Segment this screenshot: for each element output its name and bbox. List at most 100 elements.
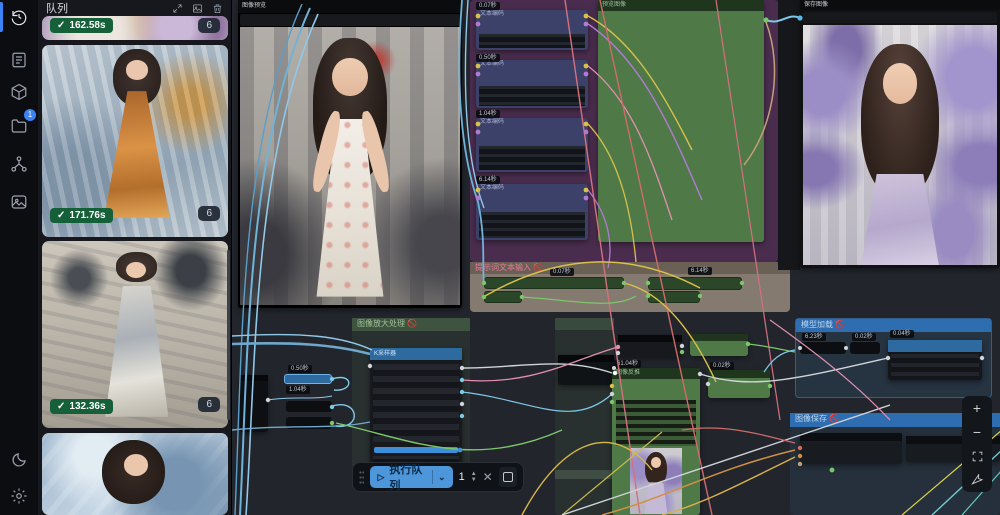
node-green-med[interactable] [708, 370, 770, 398]
check-icon: ✓ [57, 20, 65, 31]
play-icon: ▷ [377, 472, 384, 483]
settings-gear-icon[interactable] [7, 484, 31, 508]
photo-street [240, 27, 460, 305]
zoom-in-button[interactable]: + [966, 398, 988, 418]
canvas-dark-strip [778, 0, 800, 270]
stop-frame-button[interactable] [499, 467, 517, 487]
pill-node[interactable] [648, 277, 742, 290]
group-column[interactable] [555, 318, 614, 515]
pill-node[interactable] [648, 291, 700, 303]
pill-node[interactable] [286, 417, 332, 429]
stepper-down-icon: ▼ [471, 478, 477, 483]
folder-icon[interactable]: 1 [7, 114, 31, 138]
queue-scrollbar[interactable] [227, 250, 230, 420]
node-right2a[interactable] [800, 433, 902, 464]
node-encode-1[interactable]: 文本编码 [476, 10, 588, 50]
group-scale-header[interactable]: 图像放大处理 🚫 [352, 318, 470, 331]
folder-badge: 1 [24, 109, 36, 121]
image-icon[interactable] [192, 3, 203, 14]
workflow-icon[interactable] [7, 152, 31, 176]
node-preview-right-widget[interactable] [803, 12, 997, 23]
fit-view-button[interactable] [966, 446, 988, 466]
node-time-label: 6.14秒 [688, 267, 712, 275]
node-sampler[interactable]: K采样器 [370, 348, 462, 470]
zoom-out-button[interactable]: − [966, 422, 988, 442]
queue-panel-title: 队列 [46, 0, 68, 16]
queue-panel: 队列 ✓162.58s 6 ✓171.76s 6 ✓132.36s 6 [38, 0, 232, 515]
node-sampler-title: K采样器 [370, 348, 462, 360]
group-column-header[interactable] [555, 318, 614, 330]
pill-node[interactable] [484, 291, 522, 303]
queue-header: 队列 [38, 0, 231, 16]
history-queue-icon[interactable] [7, 5, 31, 29]
queue-count-badge: 6 [198, 397, 220, 412]
canvas-zoom-toolbar: + − [962, 396, 992, 492]
trash-icon[interactable] [212, 3, 223, 14]
node-time-label: 0.50秒 [476, 54, 500, 62]
node-preview-right[interactable]: 保存图像 [800, 0, 1000, 268]
expand-icon[interactable] [172, 3, 183, 14]
node-preview-big-widget[interactable] [240, 14, 460, 26]
queue-count-badge: 6 [198, 18, 220, 33]
node-encode-3[interactable]: 文本编码 [476, 118, 588, 172]
node-time-label: 0.02秒 [710, 362, 734, 370]
node-encode-4[interactable]: 文本编码 [476, 184, 588, 240]
batch-count-stepper[interactable]: ▲ ▼ [471, 472, 477, 483]
gallery-icon[interactable] [7, 190, 31, 214]
node-green-top[interactable]: 预览图像 [598, 0, 764, 242]
pill-node[interactable] [286, 401, 332, 412]
node-preview-big-title: 图像预览 [238, 0, 462, 13]
node-green-tall[interactable]: 图像反推 [612, 368, 700, 515]
node-time-label: 0.07秒 [550, 268, 574, 276]
node-right1[interactable] [888, 340, 982, 380]
queue-thumb-4 [42, 433, 228, 515]
node-time-label: 0.07秒 [476, 2, 500, 10]
pill-node[interactable] [800, 342, 846, 354]
node-time-label: 1.04秒 [476, 110, 500, 118]
queue-item-2[interactable]: ✓171.76s 6 [42, 45, 228, 237]
prohibited-emoji: 🚫 [829, 414, 839, 423]
pill-node[interactable] [850, 342, 880, 354]
pan-cursor-button[interactable] [966, 470, 988, 490]
photo-wisteria-mini [630, 448, 682, 514]
group-prompt-header[interactable]: 提示词文本输入 🚫 [470, 262, 790, 274]
theme-moon-icon[interactable] [7, 448, 31, 472]
queue-item-4[interactable] [42, 433, 228, 515]
node-encode-2[interactable]: 文本编码 [476, 60, 588, 108]
queue-time-badge: ✓162.58s [50, 18, 113, 33]
package-icon[interactable] [7, 80, 31, 104]
node-time-label: 61.04秒 [614, 360, 641, 368]
sampler-progress-bar [374, 447, 458, 453]
node-graph-canvas[interactable]: 提示词文本输入 🚫 图像放大处理 🚫 模型加载 🚫 图像保存 🚫 图像预览 [232, 0, 1000, 515]
node-black-mid[interactable] [558, 355, 614, 385]
pill-selected[interactable] [284, 374, 332, 384]
node-time-label: 6.23秒 [802, 333, 826, 341]
node-preview-right-title: 保存图像 [800, 0, 1000, 10]
node-black-left[interactable] [240, 375, 268, 432]
stepper-up-icon: ▲ [471, 472, 477, 477]
node-green-tall-title: 图像反推 [612, 368, 700, 379]
queue-item-1[interactable]: ✓162.58s 6 [42, 16, 228, 40]
node-time-label: 0.04秒 [890, 330, 914, 338]
frame-icon [503, 472, 513, 482]
node-green-small[interactable] [690, 334, 748, 356]
check-icon: ✓ [57, 401, 65, 412]
queue-time-badge: ✓171.76s [50, 208, 113, 223]
run-queue-button[interactable]: ▷ 执行队列 ⌄ [370, 466, 452, 488]
prohibited-emoji: 🚫 [835, 320, 845, 329]
queue-time-badge: ✓132.36s [50, 399, 113, 414]
chevron-down-icon[interactable]: ⌄ [438, 472, 446, 483]
clear-queue-button[interactable]: ✕ [483, 470, 493, 484]
toolbar-grip-handle[interactable] [359, 470, 364, 484]
pill-node[interactable] [484, 277, 624, 289]
node-time-label: 0.50秒 [288, 365, 312, 373]
node-black-center[interactable] [618, 335, 682, 357]
icon-sidebar: 1 [0, 0, 38, 515]
batch-count-value[interactable]: 1 [459, 471, 465, 483]
node-time-label: 0.02秒 [852, 333, 876, 341]
queue-item-3[interactable]: ✓132.36s 6 [42, 241, 228, 428]
node-preview-big[interactable]: 图像预览 [238, 0, 462, 308]
queue-count-badge: 6 [198, 206, 220, 221]
document-icon[interactable] [7, 48, 31, 72]
node-time-label: 1.04秒 [286, 386, 310, 394]
